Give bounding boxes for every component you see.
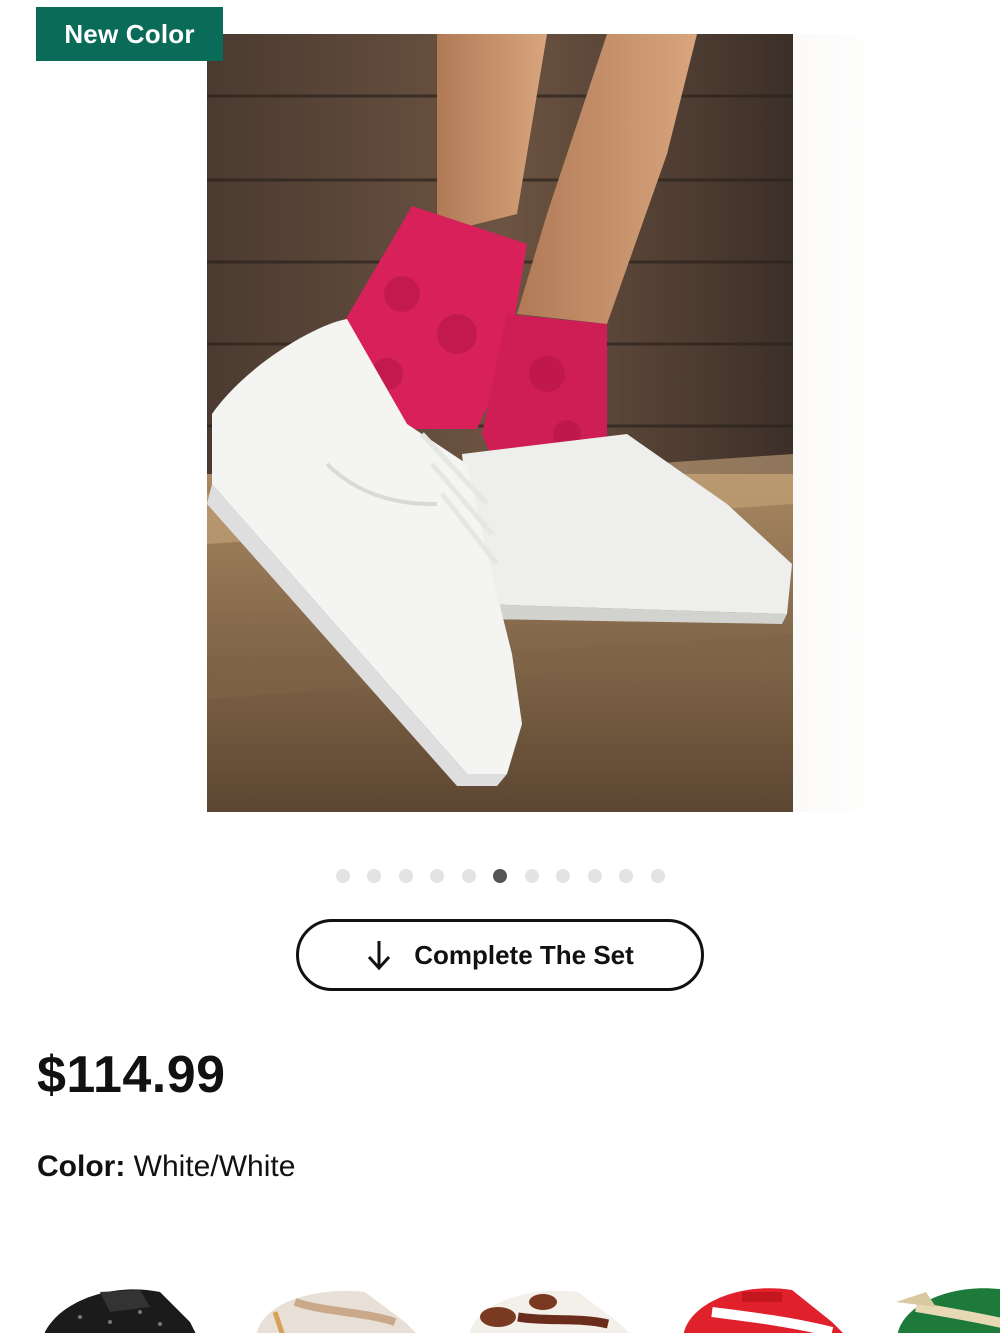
pagination-dot[interactable] [398,869,413,883]
swatch-cream[interactable] [255,1262,445,1333]
product-price: $114.99 [37,1046,226,1104]
complete-the-set-button[interactable]: Complete The Set [296,919,704,991]
product-photo [207,34,793,812]
swatch-cow-print[interactable] [468,1262,658,1333]
pagination-dot[interactable] [335,869,350,883]
new-color-badge: New Color [36,7,223,61]
product-image[interactable] [207,34,793,812]
color-description: Color: White/White [37,1150,295,1184]
gallery-pagination [0,868,1000,884]
pagination-dot[interactable] [524,869,539,883]
color-swatch-list [0,1262,1000,1333]
pagination-dot[interactable] [367,869,381,883]
swatch-green[interactable] [896,1262,1000,1333]
color-label: Color: [37,1150,126,1183]
pagination-dot[interactable] [556,869,570,883]
pagination-dot[interactable] [461,869,476,883]
pagination-dot[interactable] [650,869,665,883]
pagination-dot[interactable] [619,869,633,883]
arrow-down-icon [368,941,391,971]
complete-the-set-label: Complete The Set [414,939,634,970]
image-backdrop [793,34,888,812]
swatch-black[interactable] [40,1262,230,1333]
swatch-red[interactable] [682,1262,872,1333]
pagination-dot-active[interactable] [493,869,507,883]
color-value: White/White [133,1150,296,1183]
pagination-dot[interactable] [587,869,602,883]
pagination-dot[interactable] [430,869,444,883]
